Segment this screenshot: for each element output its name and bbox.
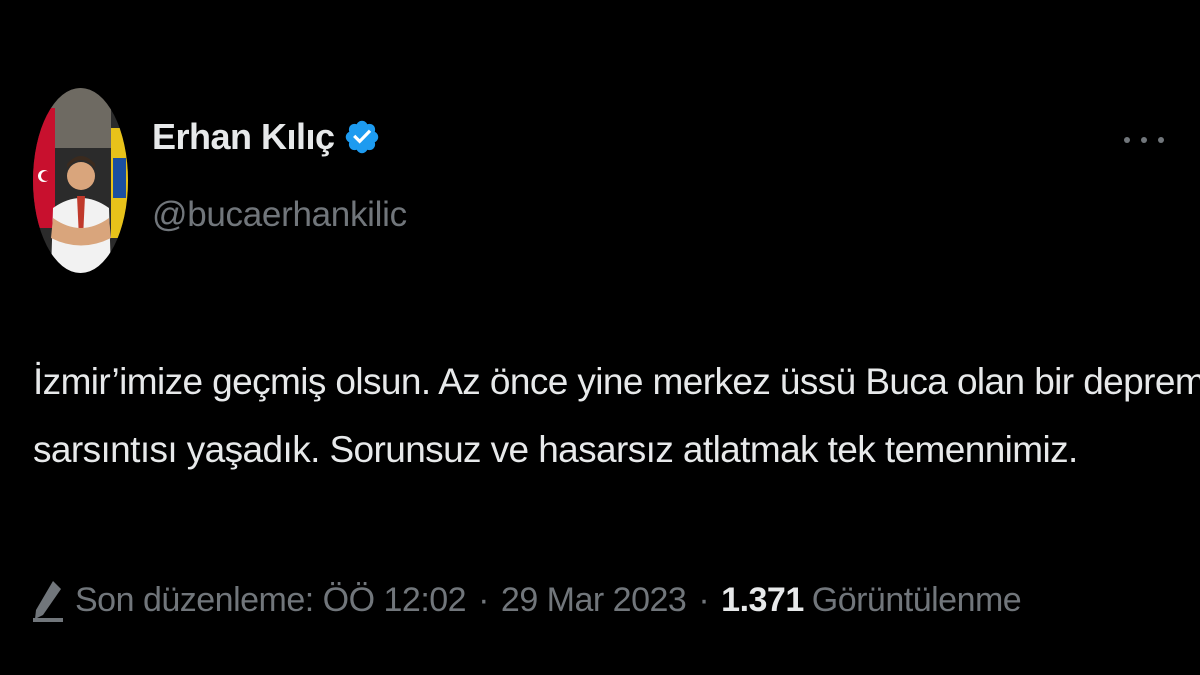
tweet-text-line: sarsıntısı yaşadık. Sorunsuz ve hasarsız… — [33, 429, 1078, 470]
more-dot — [1158, 137, 1164, 143]
tweet-meta: Son düzenleme: ÖÖ 12:02 · 29 Mar 2023 · … — [33, 575, 1022, 625]
tweet-card: Erhan Kılıç @bucaerhankilic İzmir’imize … — [0, 0, 1200, 675]
more-dot — [1124, 137, 1130, 143]
author-handle[interactable]: @bucaerhankilic — [152, 195, 407, 235]
verified-badge-icon — [343, 118, 381, 156]
avatar[interactable] — [33, 88, 128, 273]
more-options-icon[interactable] — [1124, 125, 1164, 155]
edited-timestamp-link[interactable]: Son düzenleme: ÖÖ 12:02 — [75, 581, 467, 620]
author-display-name[interactable]: Erhan Kılıç — [152, 116, 335, 158]
meta-separator: · — [698, 580, 710, 619]
tweet-text: İzmir’imize geçmiş olsun. Az önce yine m… — [33, 348, 1200, 484]
views-label: Görüntülenme — [811, 580, 1022, 619]
tweet-date[interactable]: 29 Mar 2023 — [501, 581, 687, 620]
views-count: 1.371 — [721, 580, 804, 619]
author-name-row: Erhan Kılıç — [152, 112, 381, 162]
tweet-text-line: İzmir’imize geçmiş olsun. Az önce yine m… — [33, 361, 1200, 402]
more-dot — [1141, 137, 1147, 143]
edit-pencil-icon[interactable] — [33, 577, 65, 623]
meta-separator: · — [478, 580, 489, 619]
